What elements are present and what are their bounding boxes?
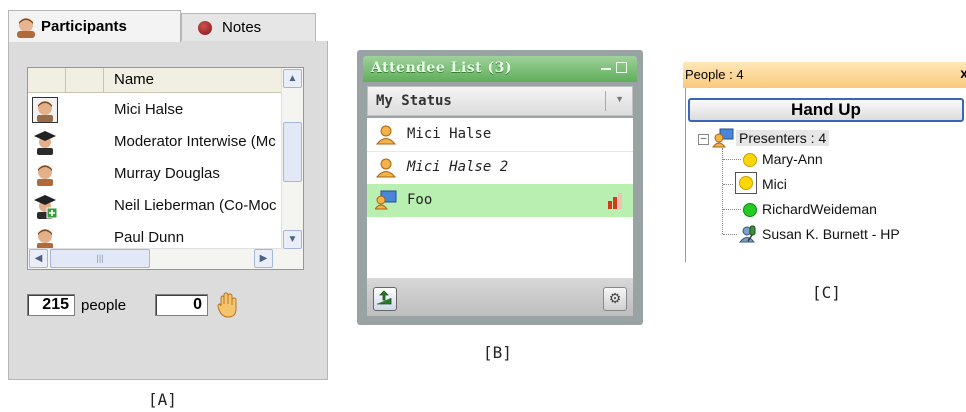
caption-b: [B] [483,343,512,362]
scroll-down-button[interactable]: ▼ [283,230,302,249]
attendee-icon [375,158,397,178]
minimize-icon[interactable] [601,68,611,70]
column-icon-header[interactable] [28,68,66,92]
chevron-down-icon: ▼ [287,234,298,245]
tab-participants[interactable]: Participants [8,10,181,42]
left-border-line [685,88,686,262]
people-count: 215 [27,294,75,316]
participants-panel: Participants Notes Name Mici Halse Moder… [8,10,328,380]
participant-name: Moderator Interwise (Mc [114,133,276,150]
person-name: Mary-Ann [762,151,823,167]
participants-list: Name Mici Halse Moderator Interwise (Mc … [27,67,304,270]
attendee-titlebar: Attendee List (3) [363,56,637,82]
presenters-group-label[interactable]: Presenters : 4 [736,130,830,146]
caption-c: [C] [812,283,841,302]
attendee-title: Attendee List (3) [371,60,512,76]
attendee-icon [375,125,397,145]
signal-bars-icon [608,193,622,209]
status-yellow-icon [739,176,753,190]
attendee-panel: Attendee List (3) My Status ▼ Mici Halse… [357,50,643,325]
name-header-label: Name [114,71,155,88]
tree-line [723,159,741,160]
people-header: People : 4 x [683,62,966,88]
list-item[interactable]: Neil Lieberman (Co-Moc [28,191,282,221]
people-label: people [81,297,127,314]
my-status-label: My Status [376,93,452,109]
people-panel: People : 4 x Hand Up – Presenters : 4 Ma… [683,62,966,262]
chevron-left-icon: ◀ [34,253,43,264]
mic-person-icon [738,225,756,243]
presenters-group-icon [712,128,734,148]
chevron-up-icon: ▲ [287,73,298,84]
list-item[interactable]: Mici Halse [28,95,282,125]
scroll-left-button[interactable]: ◀ [29,249,48,268]
list-item[interactable]: Mici Halse [367,118,633,152]
scroll-up-button[interactable]: ▲ [283,69,302,88]
moderator-graduate-icon [34,131,56,155]
my-status-dropdown[interactable]: My Status ▼ [367,86,633,116]
raised-hand-icon[interactable] [217,292,237,318]
participant-name: Paul Dunn [114,229,185,246]
attendee-name: Foo [407,192,433,208]
attendee-list: Mici Halse Mici Halse 2 Foo [367,118,633,278]
list-item[interactable]: Foo [367,184,633,217]
dropdown-divider [605,91,606,111]
attendee-footer: ⚙ [367,278,633,316]
list-header: Name [28,68,282,93]
caption-a: [A] [148,390,177,409]
status-green-icon [743,203,757,217]
attendee-name: Mici Halse 2 [407,159,509,175]
tree-line [723,209,741,210]
participant-name: Murray Douglas [114,165,220,182]
chevron-down-icon[interactable]: ▼ [615,94,624,104]
person-name: RichardWeideman [762,201,877,217]
person-icon [37,165,53,186]
co-moderator-graduate-icon [34,195,58,219]
participants-body: Name Mici Halse Moderator Interwise (Mc … [8,41,328,380]
person-name: Susan K. Burnett - HP [762,226,900,242]
scroll-right-button[interactable]: ▶ [254,249,273,268]
tree-line [723,184,733,185]
horizontal-scroll-thumb[interactable]: ||| [50,249,150,268]
attendee-name: Mici Halse [407,126,492,142]
list-item[interactable]: Murray Douglas [28,159,282,189]
share-button[interactable] [373,287,397,311]
people-header-label: People : 4 [685,67,744,82]
tab-notes[interactable]: Notes [181,13,316,42]
chevron-right-icon: ▶ [259,253,268,264]
tab-participants-label: Participants [41,18,127,35]
participant-head-icon [17,17,35,38]
person-name: Mici [762,176,787,192]
person-selected-icon [32,97,58,123]
list-item[interactable]: Mici Halse 2 [367,151,633,184]
status-yellow-icon [743,153,757,167]
tab-notes-label: Notes [222,19,262,36]
column-status-header[interactable] [66,68,104,92]
vertical-scrollbar[interactable]: ▲ ▼ [281,68,303,269]
tree-line-vertical [722,148,723,234]
tree-line [723,234,737,235]
participant-name: Mici Halse [114,101,184,118]
collapse-toggle[interactable]: – [698,134,709,145]
presenter-icon [375,190,397,210]
close-icon[interactable]: x [960,65,966,81]
settings-button[interactable]: ⚙ [603,287,627,311]
notes-icon [198,20,212,35]
maximize-icon[interactable] [616,62,627,73]
list-item[interactable]: Moderator Interwise (Mc [28,127,282,157]
minus-icon: – [700,133,707,144]
horizontal-scrollbar[interactable]: ◀ ||| ▶ [28,248,282,269]
scroll-thumb[interactable] [283,122,302,182]
gear-icon: ⚙ [608,290,622,306]
hands-count: 0 [155,294,208,316]
share-icon [377,290,392,305]
column-name-header[interactable]: Name [104,68,282,92]
hand-up-button[interactable]: Hand Up [688,98,964,122]
participant-name: Neil Lieberman (Co-Moc [114,197,277,214]
